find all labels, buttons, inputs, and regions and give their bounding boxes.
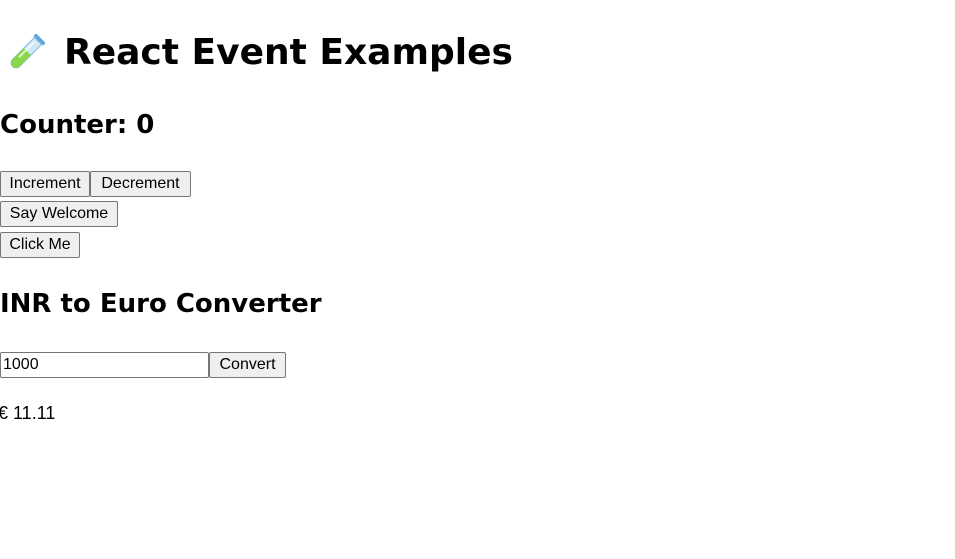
page-title-text: React Event Examples	[64, 32, 513, 73]
test-tube-icon	[4, 31, 48, 75]
inr-amount-input[interactable]	[0, 352, 209, 378]
euro-result: € 11.11	[0, 403, 56, 423]
click-me-button[interactable]: Click Me	[0, 232, 80, 258]
app-root: React Event Examples Counter: 0 Incremen…	[0, 0, 955, 559]
converter-heading: INR to Euro Converter	[0, 289, 322, 319]
counter-heading: Counter: 0	[0, 110, 155, 140]
page-title: React Event Examples	[4, 30, 513, 76]
say-welcome-button[interactable]: Say Welcome	[0, 201, 118, 227]
increment-button[interactable]: Increment	[0, 171, 90, 197]
convert-button[interactable]: Convert	[209, 352, 286, 378]
decrement-button[interactable]: Decrement	[90, 171, 191, 197]
